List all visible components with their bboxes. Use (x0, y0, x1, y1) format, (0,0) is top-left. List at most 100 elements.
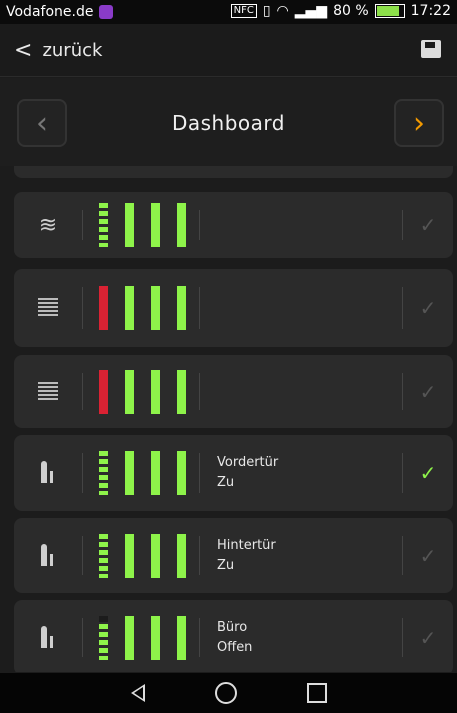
device-card[interactable]: ≋ ✓ (14, 192, 453, 258)
device-name: Vordertür (217, 455, 279, 470)
device-list: ≋ ✓ ✓ ✓ Vordertür Zu ✓ Hintertür Zu ✓ Bü… (0, 166, 457, 672)
divider (199, 210, 200, 240)
level-bar (177, 451, 186, 495)
door-icon (38, 543, 58, 568)
check-icon[interactable]: ✓ (414, 192, 442, 258)
level-bar (99, 451, 108, 495)
level-bar (99, 203, 108, 247)
signal-bars (99, 518, 186, 593)
status-indicators: NFC ▯ ◠ ▂▄▆ 80 % 17:22 (230, 3, 451, 19)
divider (402, 287, 403, 329)
check-icon[interactable]: ✓ (414, 269, 442, 347)
device-state: Offen (217, 639, 253, 655)
carrier-label: Vodafone.de (6, 4, 94, 20)
app-notification-icon (99, 5, 114, 19)
device-labels: Hintertür Zu (217, 518, 276, 593)
vibrate-icon: ▯ (262, 3, 271, 19)
next-page-button[interactable]: › (394, 99, 444, 147)
device-card[interactable]: ✓ (14, 355, 453, 428)
divider (82, 536, 83, 575)
page-title: Dashboard (171, 111, 285, 135)
door-icon (38, 625, 58, 650)
wind-icon: ≋ (38, 212, 58, 238)
divider (402, 536, 403, 575)
signal-bars (99, 355, 186, 428)
level-bar (125, 533, 134, 578)
device-state: Zu (217, 475, 235, 490)
divider (199, 618, 200, 657)
wifi-icon: ◠ (276, 3, 289, 19)
level-bar (125, 451, 134, 495)
divider (402, 210, 403, 240)
level-bar (99, 533, 108, 578)
check-icon[interactable]: ✓ (414, 435, 442, 511)
signal-bars (99, 192, 186, 258)
level-bar (125, 369, 134, 414)
divider (199, 453, 200, 493)
blind-icon (38, 298, 58, 318)
recents-square-icon[interactable] (306, 683, 327, 703)
level-bar (177, 203, 186, 247)
level-bar (151, 615, 160, 660)
device-name: Hintertür (217, 537, 276, 553)
signal-icon: ▂▄▆ (294, 3, 328, 19)
divider (82, 373, 83, 410)
divider (82, 287, 83, 329)
signal-bars (99, 435, 186, 511)
save-icon[interactable] (421, 40, 441, 58)
level-bar (177, 533, 186, 578)
back-label: zurück (42, 39, 103, 61)
level-bar (125, 203, 134, 247)
check-icon[interactable]: ✓ (414, 355, 442, 428)
level-bar (151, 533, 160, 578)
device-card[interactable]: Hintertür Zu ✓ (14, 518, 453, 593)
check-icon[interactable]: ✓ (414, 600, 442, 672)
divider (82, 618, 83, 657)
home-circle-icon[interactable] (214, 682, 237, 704)
back-button[interactable]: < zurück (14, 38, 102, 63)
chevron-right-icon: › (413, 105, 425, 141)
level-bar (151, 451, 160, 495)
divider (82, 453, 83, 493)
divider (402, 453, 403, 493)
dashboard-header: ‹ Dashboard › (0, 78, 457, 166)
divider (199, 536, 200, 575)
status-bar: Vodafone.de NFC ▯ ◠ ▂▄▆ 80 % 17:22 (0, 0, 457, 24)
check-icon[interactable]: ✓ (414, 518, 442, 593)
device-card[interactable]: Büro Offen ✓ (14, 600, 453, 672)
divider (402, 373, 403, 410)
signal-bars (99, 600, 186, 672)
divider (82, 210, 83, 240)
level-bar (125, 286, 134, 330)
battery-icon (374, 4, 405, 18)
nfc-icon: NFC (230, 4, 257, 18)
door-icon (38, 461, 58, 485)
device-name: Büro (217, 619, 248, 635)
device-card[interactable]: Vordertür Zu ✓ (14, 435, 453, 511)
device-labels: Büro Offen (217, 600, 252, 672)
level-bar (151, 369, 160, 414)
level-bar (151, 203, 160, 247)
blind-icon (38, 381, 58, 402)
device-state: Zu (217, 557, 235, 573)
level-bar (177, 286, 186, 330)
chevron-left-icon: < (14, 37, 33, 63)
battery-percentage: 80 % (333, 3, 369, 19)
divider (199, 287, 200, 329)
level-bar (151, 286, 160, 330)
level-bar (99, 286, 108, 330)
level-bar (99, 615, 108, 660)
level-bar (177, 615, 186, 660)
divider (402, 618, 403, 657)
level-bar (177, 369, 186, 414)
divider (199, 373, 200, 410)
level-bar (125, 615, 134, 660)
device-labels: Vordertür Zu (217, 435, 278, 511)
system-nav-bar (0, 673, 457, 713)
top-bar: < zurück (0, 24, 457, 77)
card-partial (14, 166, 453, 178)
device-card[interactable]: ✓ (14, 269, 453, 347)
level-bar (99, 369, 108, 414)
back-triangle-icon[interactable] (130, 684, 145, 702)
signal-bars (99, 269, 186, 347)
